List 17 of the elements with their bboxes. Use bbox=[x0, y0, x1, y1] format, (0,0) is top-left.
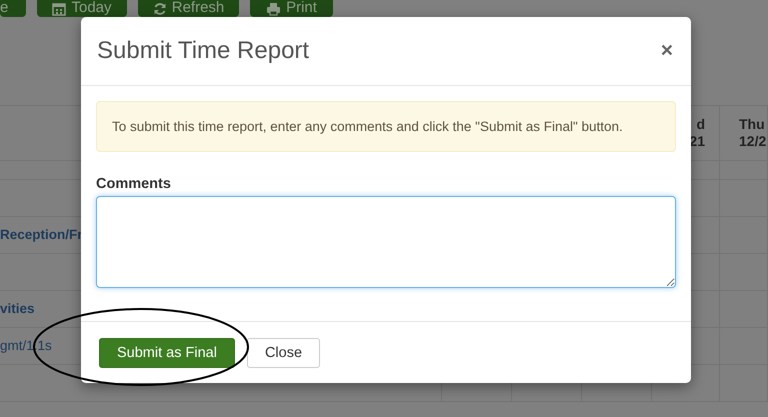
row-label[interactable]: Reception/Fr bbox=[0, 227, 83, 242]
submit-button[interactable]: Submit as Final bbox=[99, 338, 235, 368]
close-button[interactable]: × bbox=[658, 41, 676, 61]
toolbar-button[interactable]: Print bbox=[250, 0, 333, 17]
comments-label: Comments bbox=[96, 176, 172, 192]
refresh-icon bbox=[152, 2, 167, 16]
toolbar-button[interactable]: Today bbox=[37, 0, 127, 17]
column-header: Thu 12/2 bbox=[739, 116, 766, 150]
toolbar-button[interactable]: Refresh bbox=[138, 0, 239, 17]
dialog-title: Submit Time Report bbox=[97, 37, 310, 65]
printer-icon bbox=[266, 2, 282, 16]
toolbar-button[interactable]: e bbox=[0, 0, 26, 17]
info-alert: To submit this time report, enter any comments and click the "Submit as Final" button. bbox=[96, 101, 676, 152]
close-button[interactable]: Close bbox=[246, 338, 320, 368]
calendar-icon bbox=[52, 2, 66, 16]
row-label[interactable]: vities bbox=[0, 301, 35, 316]
comments-field[interactable] bbox=[96, 196, 676, 288]
